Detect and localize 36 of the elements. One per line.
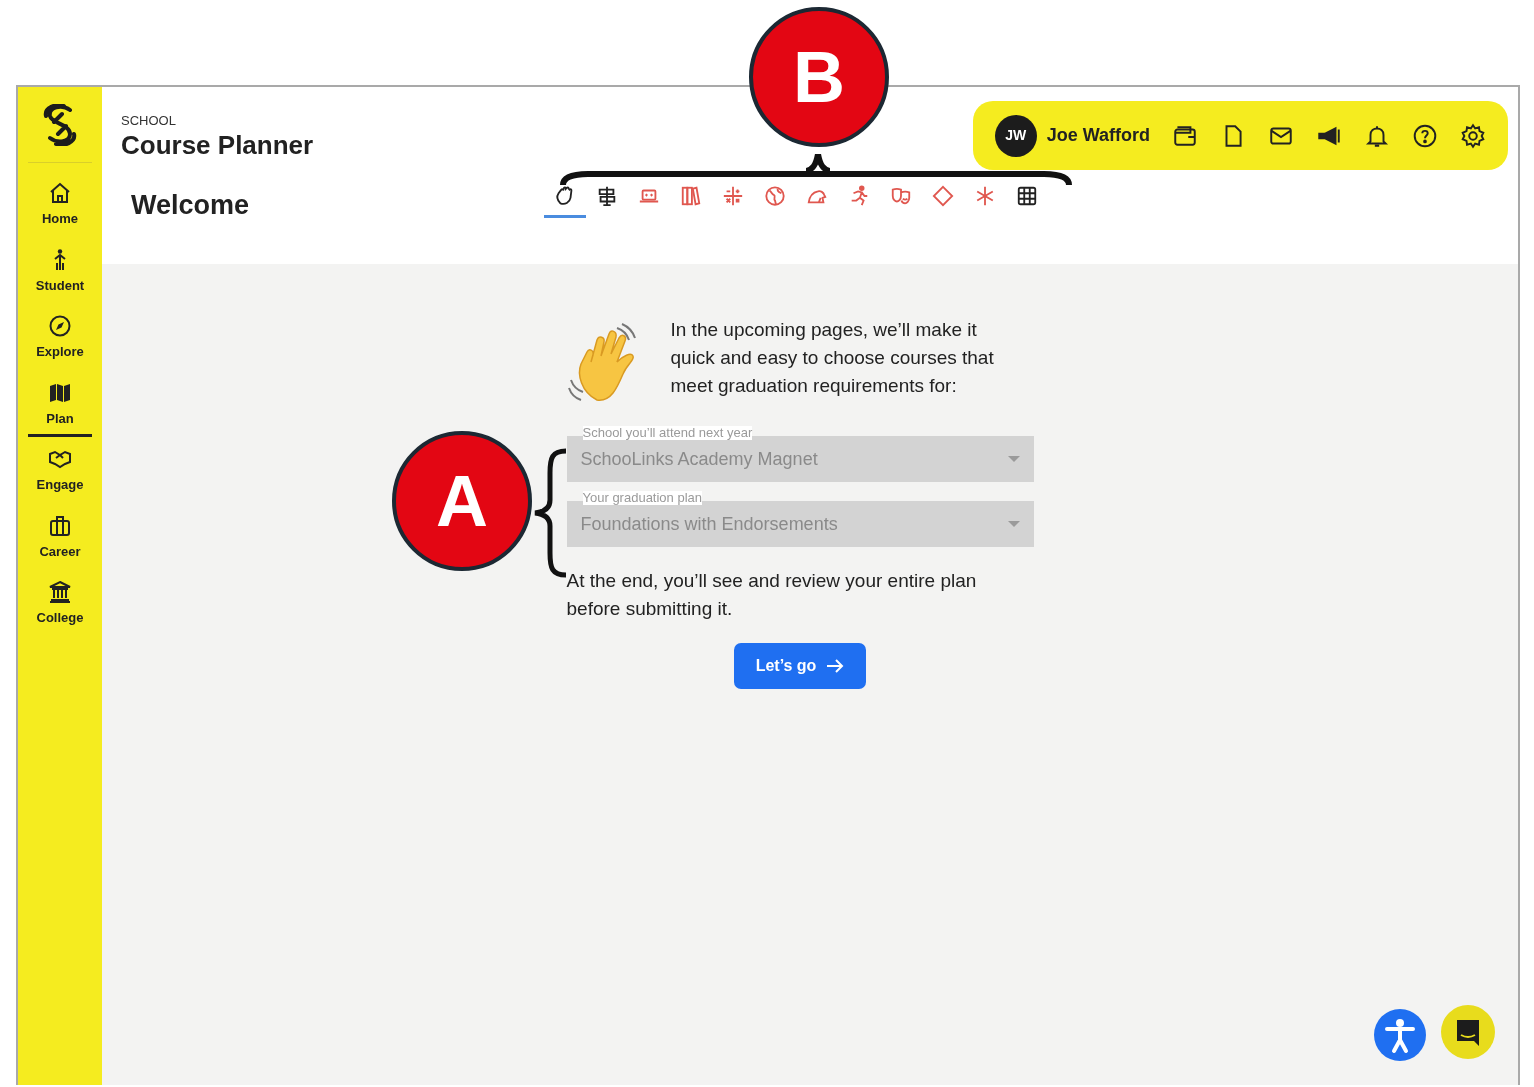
outro-text: At the end, you’ll see and review your entire plan before submitting it.: [566, 569, 978, 621]
sidebar-item[interactable]: Home: [28, 177, 92, 238]
caret-icon: [1007, 456, 1020, 462]
settings-icon: [1460, 122, 1486, 149]
briefcase-icon: [48, 513, 72, 538]
home-icon: [48, 181, 72, 205]
help-icon: [1412, 122, 1438, 149]
user-name[interactable]: Joe Wafford: [1046, 122, 1150, 149]
arrow-right-icon: [826, 659, 845, 673]
sidebar-item[interactable]: Plan: [28, 376, 92, 437]
caret-icon: [1007, 521, 1020, 527]
sidebar-item[interactable]: College: [28, 576, 92, 637]
field-value: SchooLinks Academy Magnet: [580, 447, 819, 471]
sidebar-item[interactable]: Student: [28, 243, 92, 304]
avatar[interactable]: JW: [994, 114, 1037, 157]
app-title: Course Planner: [121, 130, 315, 160]
sidebar-item[interactable]: Career: [28, 509, 92, 570]
page-title: Welcome: [131, 189, 251, 223]
logo-icon: [42, 103, 78, 146]
field-label: Your graduation plan: [582, 491, 702, 506]
field-value: Foundations with Endorsements: [580, 512, 839, 536]
field-label: School you’ll attend next year: [582, 426, 753, 441]
tab[interactable]: [544, 185, 586, 218]
section-label: SCHOOL: [121, 112, 177, 130]
leader-line: [806, 154, 830, 174]
sidebar-item[interactable]: Engage: [28, 443, 92, 504]
callout-marker: B: [749, 7, 889, 147]
bank-icon: [48, 580, 72, 604]
help-button[interactable]: [1412, 122, 1438, 149]
sidebar-item[interactable]: Explore: [28, 310, 92, 371]
lets-go-button[interactable]: Let’s go: [733, 643, 867, 689]
chat-button[interactable]: [1440, 1004, 1496, 1060]
accessibility-button[interactable]: [1373, 1008, 1427, 1062]
intro-text: In the upcoming pages, we’ll make it quick and easy to choose courses that meet graduation requirements for:: [670, 318, 995, 398]
settings-button[interactable]: [1460, 122, 1486, 149]
compass-icon: [48, 314, 72, 338]
